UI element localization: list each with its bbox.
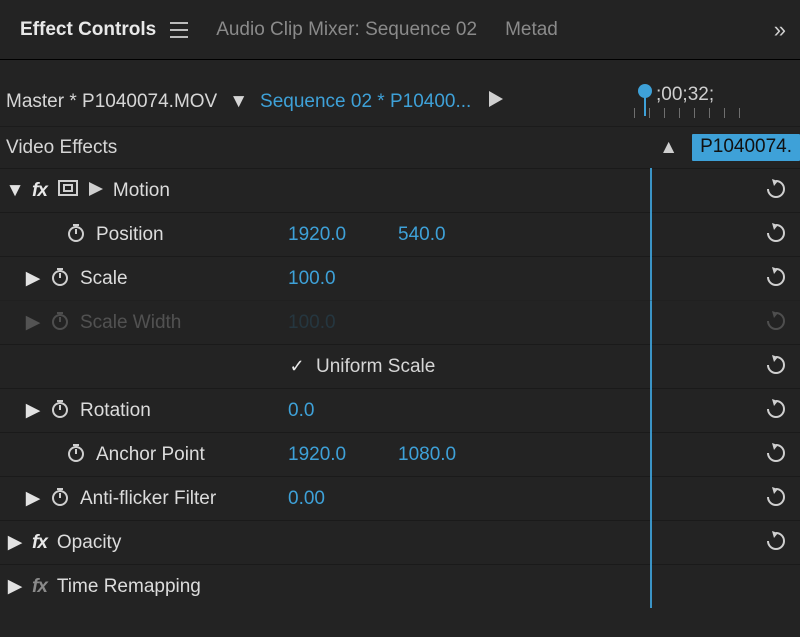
effect-motion-label: Motion	[113, 180, 170, 202]
property-scale-width-label: Scale Width	[80, 312, 181, 334]
video-effects-label: Video Effects	[6, 137, 117, 159]
reset-icon[interactable]	[764, 441, 788, 469]
effect-motion-row[interactable]: ▼ fx Motion	[0, 168, 800, 212]
fx-badge-icon[interactable]: fx	[32, 180, 47, 202]
property-rotation-label: Rotation	[80, 400, 151, 422]
effect-time-remapping-row[interactable]: ▶ fx Time Remapping	[0, 564, 800, 608]
scale-value[interactable]: 100.0	[288, 268, 398, 290]
property-antiflicker-label: Anti-flicker Filter	[80, 488, 216, 510]
effect-opacity-label: Opacity	[57, 532, 121, 554]
tab-metadata[interactable]: Metad	[491, 0, 572, 59]
property-antiflicker-row: ▶ Anti-flicker Filter 0.00	[0, 476, 800, 520]
timecode-value: ;00;32;	[656, 84, 714, 106]
twirl-right-icon[interactable]: ▶	[26, 399, 40, 422]
twirl-right-icon[interactable]: ▶	[8, 531, 22, 554]
reset-icon[interactable]	[764, 485, 788, 513]
property-position-label: Position	[96, 224, 164, 246]
scale-width-value: 100.0	[288, 312, 398, 334]
property-anchor-label: Anchor Point	[96, 444, 205, 466]
tab-audio-mixer-label: Audio Clip Mixer: Sequence 02	[216, 19, 477, 41]
stopwatch-icon[interactable]	[66, 442, 86, 468]
twirl-right-icon[interactable]: ▶	[8, 575, 22, 598]
fx-badge-icon[interactable]: fx	[32, 532, 47, 554]
property-anchor-point-row: ▶ Anchor Point 1920.0 1080.0	[0, 432, 800, 476]
source-dropdown-icon[interactable]: ▼	[229, 91, 248, 113]
reset-icon[interactable]	[764, 177, 788, 205]
checkbox-checked-icon[interactable]: ✓	[288, 358, 306, 376]
stopwatch-icon[interactable]	[50, 398, 70, 424]
rotation-value[interactable]: 0.0	[288, 400, 398, 422]
effect-time-remapping-label: Time Remapping	[57, 576, 201, 598]
property-rotation-row: ▶ Rotation 0.0	[0, 388, 800, 432]
sequence-clip-label[interactable]: Sequence 02 * P10400...	[260, 91, 471, 113]
twirl-down-icon[interactable]: ▼	[8, 180, 22, 202]
reset-icon[interactable]	[764, 221, 788, 249]
reset-icon[interactable]	[764, 265, 788, 293]
stopwatch-icon[interactable]	[50, 486, 70, 512]
effect-opacity-row[interactable]: ▶ fx Opacity	[0, 520, 800, 564]
collapse-caret-icon[interactable]: ▲	[659, 137, 678, 159]
property-scale-row: ▶ Scale 100.0	[0, 256, 800, 300]
mask-box-icon[interactable]	[57, 179, 79, 203]
ruler-ticks	[634, 108, 794, 120]
mini-timeline[interactable]: ;00;32;	[634, 78, 794, 126]
reset-icon	[764, 309, 788, 337]
property-position-row: ▶ Position 1920.0 540.0	[0, 212, 800, 256]
tab-audio-clip-mixer[interactable]: Audio Clip Mixer: Sequence 02	[202, 0, 491, 59]
panel-tab-bar: Effect Controls Audio Clip Mixer: Sequen…	[0, 0, 800, 60]
reset-icon[interactable]	[764, 397, 788, 425]
twirl-right-icon[interactable]: ▶	[26, 267, 40, 290]
tab-effect-controls[interactable]: Effect Controls	[6, 0, 202, 59]
position-x-value[interactable]: 1920.0	[288, 224, 398, 246]
reset-icon[interactable]	[764, 529, 788, 557]
uniform-scale-row: ✓ Uniform Scale	[0, 344, 800, 388]
property-scale-width-row: ▶ Scale Width 100.0	[0, 300, 800, 344]
uniform-scale-label[interactable]: Uniform Scale	[316, 356, 435, 378]
tab-effect-controls-label: Effect Controls	[20, 19, 156, 41]
fx-badge-icon[interactable]: fx	[32, 576, 47, 598]
antiflicker-value[interactable]: 0.00	[288, 488, 398, 510]
anchor-x-value[interactable]: 1920.0	[288, 444, 398, 466]
effects-property-list: ▼ fx Motion ▶ Position 1920.0 540.0	[0, 168, 800, 608]
position-y-value[interactable]: 540.0	[398, 224, 518, 246]
stopwatch-icon[interactable]	[50, 266, 70, 292]
video-effects-header[interactable]: Video Effects ▲ P1040074.	[0, 126, 800, 168]
twirl-right-icon[interactable]: ▶	[26, 487, 40, 510]
clip-source-header: Master * P1040074.MOV ▼ Sequence 02 * P1…	[0, 78, 800, 126]
stopwatch-icon	[50, 310, 70, 336]
panel-menu-icon[interactable]	[170, 22, 188, 38]
tab-metadata-label: Metad	[505, 19, 558, 41]
clip-name-badge[interactable]: P1040074.	[692, 134, 800, 161]
stopwatch-icon[interactable]	[66, 222, 86, 248]
twirl-right-icon: ▶	[26, 311, 40, 334]
reset-icon[interactable]	[764, 353, 788, 381]
play-icon[interactable]	[489, 91, 503, 113]
tab-overflow-icon[interactable]: »	[764, 17, 794, 43]
master-clip-label: Master * P1040074.MOV	[6, 91, 217, 113]
direct-manipulation-icon[interactable]	[89, 180, 103, 202]
property-scale-label: Scale	[80, 268, 128, 290]
anchor-y-value[interactable]: 1080.0	[398, 444, 518, 466]
